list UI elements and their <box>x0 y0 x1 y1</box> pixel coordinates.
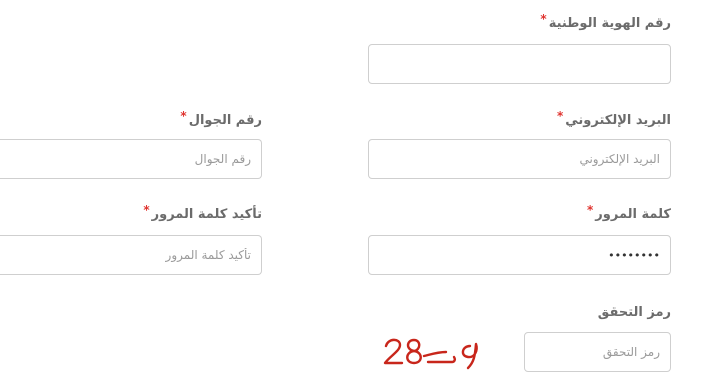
mobile-input[interactable] <box>0 139 262 179</box>
required-mark: * <box>143 203 150 217</box>
captcha-label: رمز التحقق <box>597 305 671 320</box>
confirm-password-input[interactable] <box>0 235 262 275</box>
required-mark: * <box>556 109 564 123</box>
required-mark: * <box>540 12 547 26</box>
captcha-image <box>383 338 478 370</box>
email-label: البريد الإلكتروني* <box>556 109 671 128</box>
captcha-input[interactable] <box>524 332 671 372</box>
mobile-label: رقم الجوال* <box>180 109 262 128</box>
confirm-password-label: تأكيد كلمة المرور* <box>143 203 262 222</box>
password-label: كلمة المرور* <box>587 203 671 222</box>
national-id-input[interactable] <box>368 44 671 84</box>
national-id-label: رقم الهوية الوطنية* <box>540 12 671 31</box>
required-mark: * <box>587 203 594 217</box>
required-mark: * <box>180 109 187 123</box>
password-input[interactable] <box>368 235 671 275</box>
email-input[interactable] <box>368 139 671 179</box>
